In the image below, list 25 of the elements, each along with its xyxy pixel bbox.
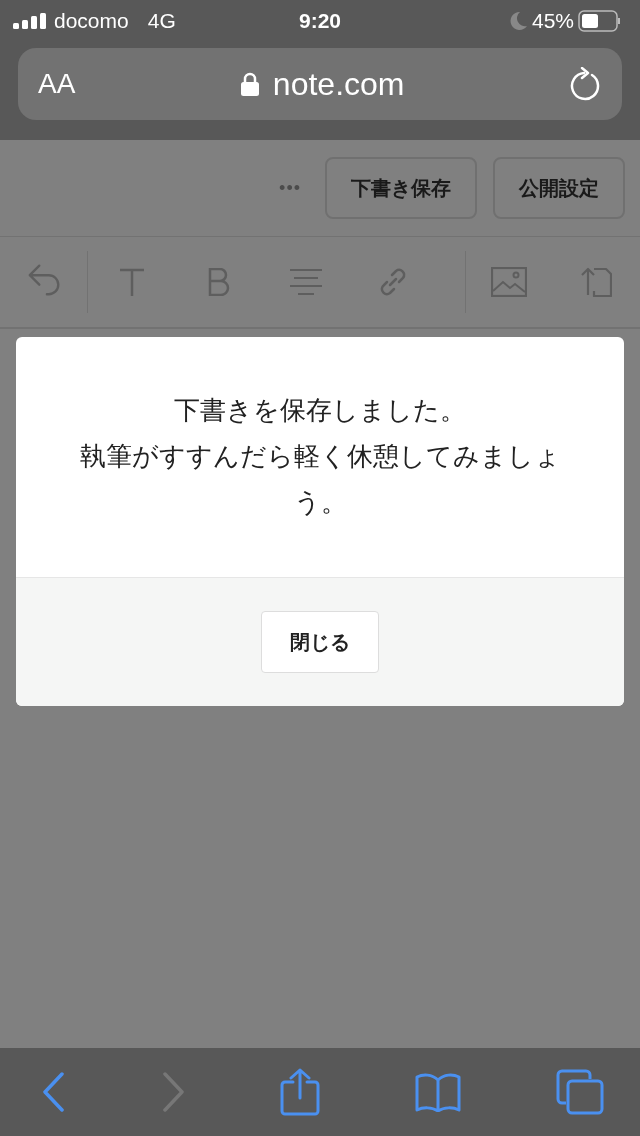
- reload-icon[interactable]: [570, 67, 602, 101]
- text-icon[interactable]: [118, 268, 145, 296]
- clock-time: 9:20: [299, 9, 341, 33]
- align-icon[interactable]: [290, 268, 322, 296]
- dialog-message: 執筆がすすんだら軽く休憩してみましょう。: [78, 440, 562, 519]
- close-button[interactable]: 閉じる: [261, 611, 379, 673]
- dialog-message: 下書きを保存しました。: [174, 394, 466, 427]
- carrier-name: docomo: [54, 9, 129, 33]
- bold-icon[interactable]: [207, 268, 230, 296]
- back-icon[interactable]: [42, 1072, 66, 1112]
- header-button[interactable]: 公開設定: [493, 157, 625, 219]
- header-button[interactable]: 下書き保存: [325, 157, 477, 219]
- battery-percentage: 45%: [531, 9, 574, 33]
- url-text: note.com: [272, 65, 405, 103]
- text-size-button[interactable]: AA: [38, 68, 76, 100]
- image-icon[interactable]: [491, 267, 528, 297]
- file-upload-icon[interactable]: [580, 267, 613, 297]
- signal-icon: [13, 13, 47, 29]
- lock-icon: [240, 72, 259, 96]
- book-icon[interactable]: [415, 1072, 461, 1112]
- battery-icon: [578, 10, 622, 32]
- network-type: 4G: [147, 9, 176, 33]
- tabs-icon[interactable]: [556, 1069, 604, 1115]
- address-bar[interactable]: AA note.com: [18, 48, 622, 120]
- share-icon[interactable]: [280, 1068, 320, 1116]
